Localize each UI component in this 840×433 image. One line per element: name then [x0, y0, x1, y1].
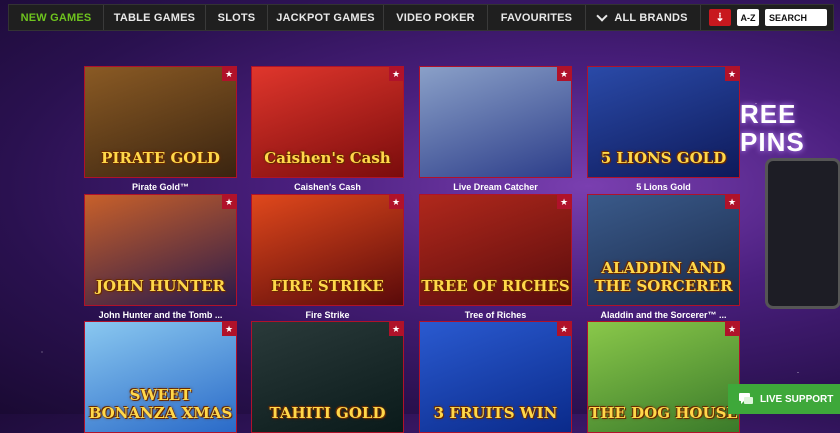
- game-tile[interactable]: PIRATE GOLD ★: [84, 66, 237, 178]
- game-tile[interactable]: TREE OF RICHES ★: [419, 194, 572, 306]
- promo-line-2: PINS: [740, 127, 805, 157]
- game-art-title: TREE OF RICHES: [421, 277, 570, 295]
- game-art-title: FIRE STRIKE: [271, 277, 384, 295]
- tab-table-games[interactable]: TABLE GAMES: [104, 5, 206, 30]
- tab-slots[interactable]: SLOTS: [206, 5, 268, 30]
- game-tile[interactable]: 5 LIONS GOLD ★: [587, 66, 740, 178]
- tab-video-poker[interactable]: VIDEO POKER: [384, 5, 488, 30]
- chat-icon: [739, 393, 753, 404]
- game-art-title: TAHITI GOLD: [269, 404, 386, 422]
- search-input[interactable]: [765, 9, 827, 26]
- game-tile[interactable]: SWEET BONANZA XMAS ★: [84, 321, 237, 433]
- phone-graphic: [765, 158, 840, 309]
- game-tile[interactable]: 3 FRUITS WIN ★: [419, 321, 572, 433]
- favourite-star-icon[interactable]: ★: [389, 195, 403, 209]
- favourite-star-icon[interactable]: ★: [222, 67, 236, 81]
- game-tile[interactable]: JOHN HUNTER ★: [84, 194, 237, 306]
- game-art-title: ALADDIN AND THE SORCERER: [594, 259, 733, 295]
- game-tile[interactable]: ★: [419, 66, 572, 178]
- game-caption: Caishen's Cash: [294, 182, 361, 192]
- favourite-star-icon[interactable]: ★: [557, 67, 571, 81]
- favourite-star-icon[interactable]: ★: [725, 322, 739, 336]
- game-tile[interactable]: FIRE STRIKE ★: [251, 194, 404, 306]
- game-art-title: PIRATE GOLD: [101, 149, 220, 167]
- game-art-title: THE DOG HOUSE: [589, 404, 738, 422]
- tab-favourites[interactable]: FAVOURITES: [488, 5, 586, 30]
- all-brands-label: ALL BRANDS: [614, 11, 688, 24]
- favourite-star-icon[interactable]: ★: [222, 195, 236, 209]
- game-art-title: SWEET BONANZA XMAS: [88, 386, 233, 422]
- game-tile[interactable]: THE DOG HOUSE ★: [587, 321, 740, 433]
- promo-line-1: REE: [740, 99, 797, 129]
- tab-all-brands[interactable]: ALL BRANDS: [586, 5, 701, 30]
- game-art-title: 5 LIONS GOLD: [600, 149, 727, 167]
- sort-arrow-icon: ⇣: [715, 12, 725, 24]
- game-caption: Pirate Gold™: [131, 182, 189, 192]
- chevron-down-icon: [596, 9, 609, 22]
- game-art-title: Caishen's Cash: [264, 149, 391, 167]
- favourite-star-icon[interactable]: ★: [389, 67, 403, 81]
- game-tile[interactable]: TAHITI GOLD ★: [251, 321, 404, 433]
- game-caption: Aladdin and the Sorcerer™ ...: [600, 310, 727, 320]
- live-support-label: LIVE SUPPORT: [760, 393, 834, 405]
- sort-az-button[interactable]: A-Z: [737, 9, 759, 26]
- tab-jackpot-games[interactable]: JACKPOT GAMES: [268, 5, 384, 30]
- game-art-title: JOHN HUNTER: [95, 277, 226, 295]
- favourite-star-icon[interactable]: ★: [725, 195, 739, 209]
- game-caption: Fire Strike: [305, 310, 350, 320]
- game-art-title: 3 FRUITS WIN: [433, 404, 558, 422]
- game-caption: John Hunter and the Tomb ...: [98, 310, 223, 320]
- game-caption: Tree of Riches: [464, 310, 527, 320]
- favourite-star-icon[interactable]: ★: [557, 195, 571, 209]
- category-nav: NEW GAMES TABLE GAMES SLOTS JACKPOT GAME…: [8, 4, 834, 31]
- favourite-star-icon[interactable]: ★: [725, 67, 739, 81]
- game-caption: 5 Lions Gold: [636, 182, 691, 192]
- favourite-star-icon[interactable]: ★: [222, 322, 236, 336]
- promo-text: REE PINS: [740, 100, 805, 156]
- tab-new-games[interactable]: NEW GAMES: [9, 5, 104, 30]
- game-caption: Live Dream Catcher: [453, 182, 538, 192]
- live-support-button[interactable]: LIVE SUPPORT: [728, 384, 840, 414]
- favourite-star-icon[interactable]: ★: [557, 322, 571, 336]
- game-tile[interactable]: ALADDIN AND THE SORCERER ★: [587, 194, 740, 306]
- game-tile[interactable]: Caishen's Cash ★: [251, 66, 404, 178]
- sort-order-button[interactable]: ⇣: [709, 9, 731, 26]
- favourite-star-icon[interactable]: ★: [389, 322, 403, 336]
